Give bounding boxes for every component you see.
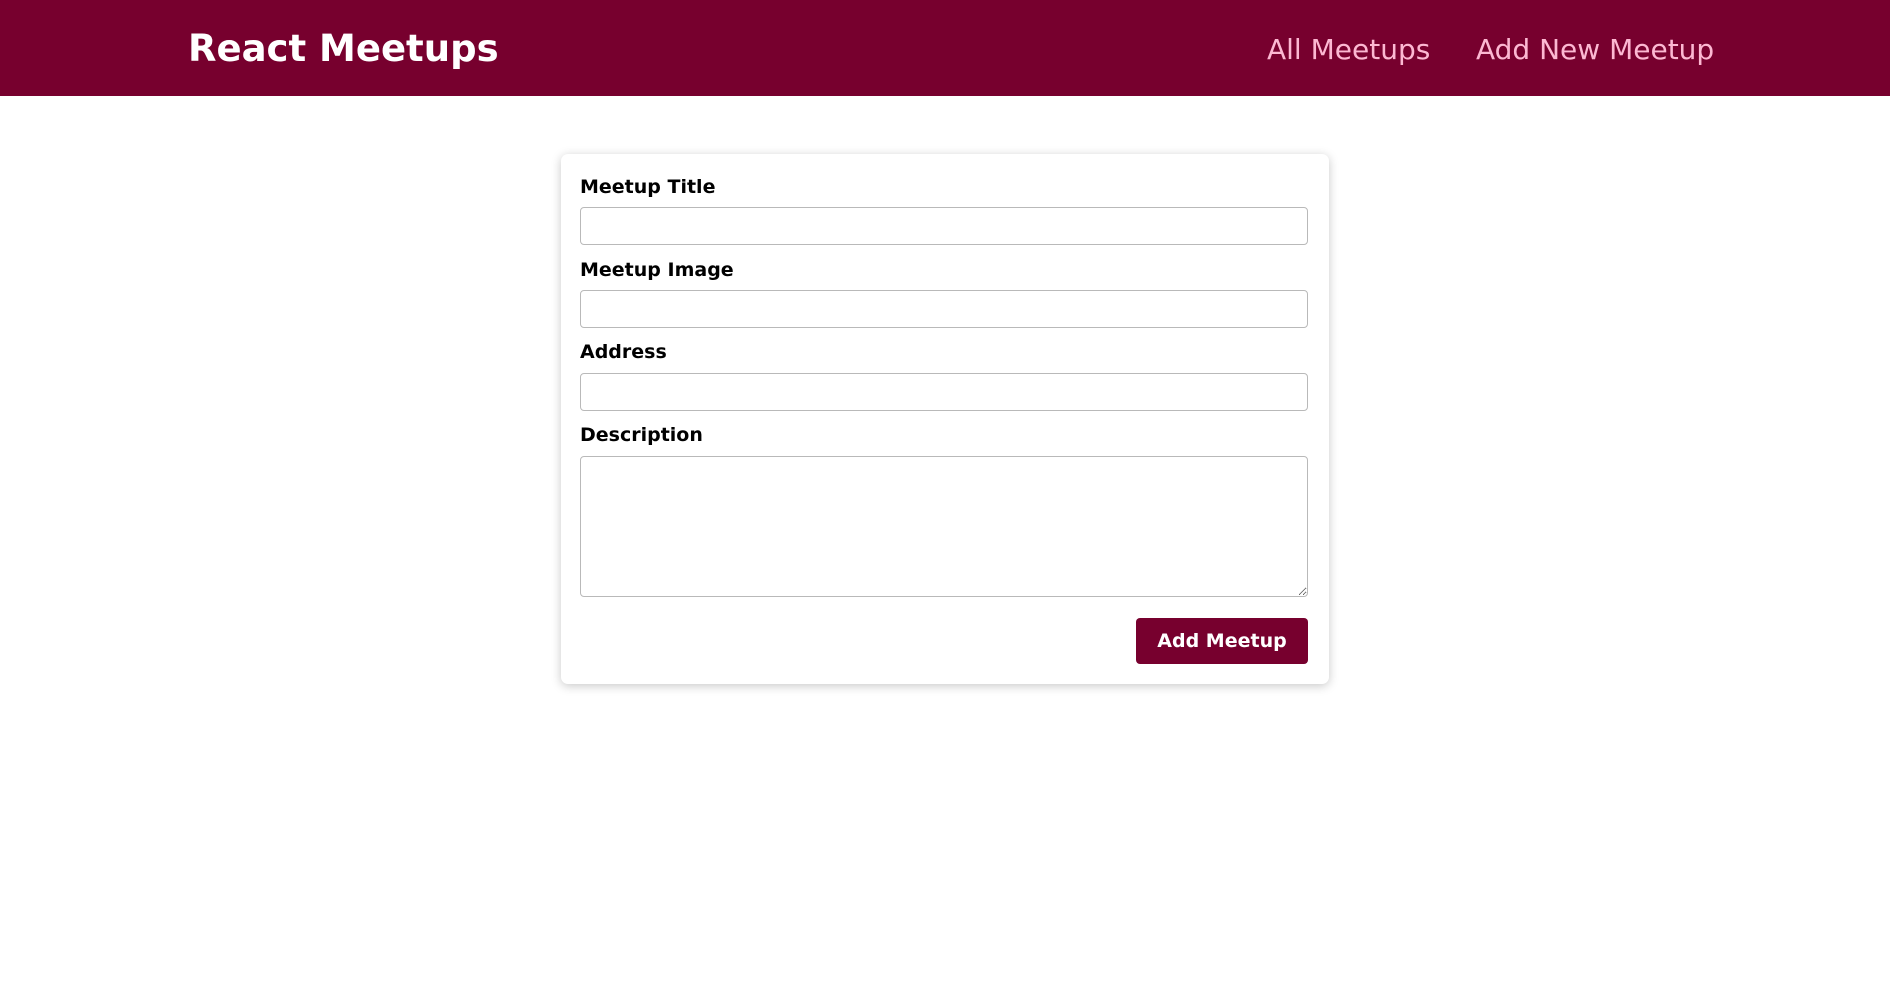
meetup-title-input[interactable] [580, 207, 1308, 245]
description-label: Description [580, 424, 703, 446]
new-meetup-form: Meetup Title Meetup Image Address Descri… [561, 154, 1329, 684]
app-logo: React Meetups [188, 27, 499, 70]
meetup-title-label: Meetup Title [580, 176, 716, 198]
address-label: Address [580, 341, 667, 363]
add-meetup-button[interactable]: Add Meetup [1136, 618, 1308, 664]
meetup-image-label: Meetup Image [580, 259, 734, 281]
meetup-image-input[interactable] [580, 290, 1308, 328]
address-input[interactable] [580, 373, 1308, 411]
app-header: React Meetups All Meetups Add New Meetup [0, 0, 1890, 96]
nav-link-add-new-meetup[interactable]: Add New Meetup [1476, 30, 1714, 70]
nav-link-all-meetups[interactable]: All Meetups [1267, 30, 1430, 70]
description-textarea[interactable] [580, 456, 1308, 597]
